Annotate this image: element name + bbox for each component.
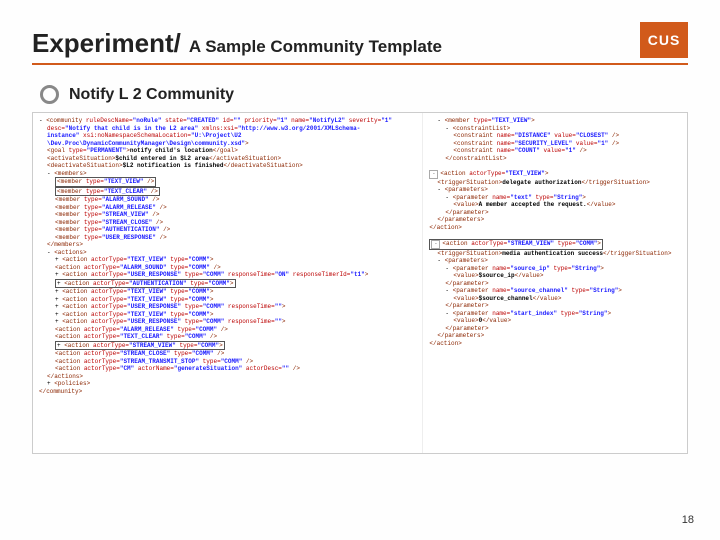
xml-line: <member type="STREAM_VIEW" /> <box>39 211 416 219</box>
xml-line: <value>0</value> <box>429 317 681 325</box>
xml-line: </constraintList> <box>429 155 681 163</box>
xml-line: + <action actorType="TEXT_VIEW" type="CO… <box>39 296 416 304</box>
xml-line: <member type="ALARM_RELEASE" /> <box>39 204 416 212</box>
logo-badge: CUS <box>640 22 688 58</box>
xml-line: -<action actorType="STREAM_VIEW" type="C… <box>429 239 681 250</box>
xml-line: <value>A member accepted the request.</v… <box>429 201 681 209</box>
xml-left-column: - <community ruleDescName="noRule" state… <box>33 113 423 453</box>
bullet-row: Notify L 2 Community <box>0 71 720 112</box>
xml-line: + <action actorType="AUTHENTICATION" typ… <box>39 279 416 289</box>
xml-line: <constraint name="DISTANCE" value="CLOSE… <box>429 132 681 140</box>
xml-line: + <action actorType="USER_RESPONSE" type… <box>39 303 416 311</box>
xml-line: </parameter> <box>429 280 681 288</box>
xml-line: desc="Notify that child is in the L2 are… <box>39 125 416 133</box>
xml-line: - <parameters> <box>429 186 681 194</box>
xml-line: - <actions> <box>39 249 416 257</box>
xml-line <box>429 162 681 170</box>
xml-line: <activateSituation>$child entered in $L2… <box>39 155 416 163</box>
xml-line: <action actorType="STREAM_TRANSMIT_STOP"… <box>39 358 416 366</box>
xml-line: <value>$source_ip</value> <box>429 272 681 280</box>
xml-line: - <parameters> <box>429 257 681 265</box>
title-row: Experiment/ A Sample Community Template <box>32 28 688 65</box>
xml-line: <action actorType="TEXT_CLEAR" type="COM… <box>39 333 416 341</box>
xml-line: - <constraintList> <box>429 125 681 133</box>
xml-line: </parameter> <box>429 325 681 333</box>
xml-line: <action actorType="CM" actorName="genera… <box>39 365 416 373</box>
xml-line: <triggerSituation>delegate authorization… <box>429 179 681 187</box>
xml-line: </parameter> <box>429 302 681 310</box>
xml-line: <member type="USER_RESPONSE" /> <box>39 234 416 242</box>
xml-line: + <action actorType="USER_RESPONSE" type… <box>39 271 416 279</box>
xml-line: <member type="TEXT_CLEAR" /> <box>39 187 416 197</box>
xml-line: \Dev.Proc\DynamicCommunityManager\Design… <box>39 140 416 148</box>
xml-line: </parameter> <box>429 209 681 217</box>
xml-line: </actions> <box>39 373 416 381</box>
xml-line: -<action actorType="TEXT_VIEW"> <box>429 170 681 179</box>
xml-line: instance" xsi:noNamespaceSchemaLocation=… <box>39 132 416 140</box>
xml-line: <member type="AUTHENTICATION" /> <box>39 226 416 234</box>
xml-line: - <member type="TEXT_VIEW"> <box>429 117 681 125</box>
xml-line: <action actorType="ALARM_SOUND" type="CO… <box>39 264 416 272</box>
xml-line: - <parameter name="start_index" type="St… <box>429 310 681 318</box>
xml-line <box>429 231 681 239</box>
xml-line: <deactivateSituation>$L2 notification is… <box>39 162 416 170</box>
xml-line: - <community ruleDescName="noRule" state… <box>39 117 416 125</box>
xml-line: <constraint name="COUNT" value="1" /> <box>429 147 681 155</box>
xml-line: - <parameter name="source_ip" type="Stri… <box>429 265 681 273</box>
xml-viewer: - <community ruleDescName="noRule" state… <box>32 112 688 454</box>
bullet-icon <box>40 85 59 104</box>
xml-line: + <action actorType="USER_RESPONSE" type… <box>39 318 416 326</box>
xml-line: </parameters> <box>429 332 681 340</box>
xml-line: + <action actorType="TEXT_VIEW" type="CO… <box>39 288 416 296</box>
xml-line: </parameters> <box>429 216 681 224</box>
xml-line: <action actorType="ALARM_RELEASE" type="… <box>39 326 416 334</box>
xml-line: <action actorType="STREAM_CLOSE" type="C… <box>39 350 416 358</box>
xml-line: </action> <box>429 340 681 348</box>
xml-line: <constraint name="SECURITY_LEVEL" value=… <box>429 140 681 148</box>
xml-line: <triggerSituation>media authentication s… <box>429 250 681 258</box>
xml-line: </members> <box>39 241 416 249</box>
xml-line: <value>$source_channel</value> <box>429 295 681 303</box>
slide-header: CUS Experiment/ A Sample Community Templ… <box>0 0 720 71</box>
xml-line: <member type="STREAM_CLOSE" /> <box>39 219 416 227</box>
xml-line: <goal type="PERMANENT">notify child's lo… <box>39 147 416 155</box>
xml-right-column: - <member type="TEXT_VIEW">- <constraint… <box>423 113 687 453</box>
xml-line: </community> <box>39 388 416 396</box>
page-number: 18 <box>682 514 694 526</box>
xml-line: <member type="TEXT_VIEW" /> <box>39 177 416 187</box>
xml-line: + <policies> <box>39 380 416 388</box>
xml-line: <member type="ALARM_SOUND" /> <box>39 196 416 204</box>
xml-line: + <action actorType="TEXT_VIEW" type="CO… <box>39 311 416 319</box>
xml-line: + <action actorType="TEXT_VIEW" type="CO… <box>39 256 416 264</box>
xml-line: </action> <box>429 224 681 232</box>
xml-line: - <members> <box>39 170 416 178</box>
xml-line: + <action actorType="STREAM_VIEW" type="… <box>39 341 416 351</box>
xml-line: - <parameter name="source_channel" type=… <box>429 287 681 295</box>
title-sub: A Sample Community Template <box>189 37 442 57</box>
title-main: Experiment/ <box>32 28 181 59</box>
xml-line: - <parameter name="text" type="String"> <box>429 194 681 202</box>
bullet-text: Notify L 2 Community <box>69 86 234 104</box>
